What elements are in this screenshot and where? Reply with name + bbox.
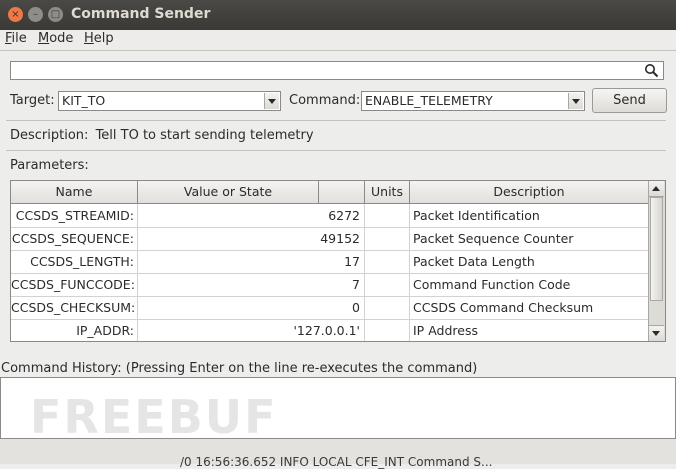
target-select[interactable]: KIT_TO [58,91,281,111]
param-name: CCSDS_LENGTH: [11,250,138,273]
parameters-table[interactable]: Name Value or State Units Description CC… [10,180,666,342]
background-terminal-text: /0 16:56:36.652 INFO LOCAL CFE_INT Comma… [180,455,493,469]
title-bar: × – □ Command Sender [0,0,676,30]
param-value[interactable]: 7 [138,273,365,296]
description-label: Description: Tell TO to start sending te… [10,128,314,143]
param-units [365,227,410,250]
divider [6,150,666,151]
table-scrollbar[interactable] [648,181,665,341]
param-name: CCSDS_CHECKSUM: [11,296,138,319]
menu-bar: File Mode Help [0,30,676,50]
maximize-icon[interactable]: □ [48,7,63,22]
close-icon[interactable]: × [8,7,23,22]
menu-help-mnemonic: H [84,31,94,46]
param-description: Packet Identification [410,204,649,227]
param-value[interactable]: '127.0.0.1' [138,319,365,341]
search-icon[interactable] [644,63,659,78]
param-units [365,296,410,319]
param-name: IP_ADDR: [11,319,138,341]
param-value[interactable]: 6272 [138,204,365,227]
param-description: Packet Sequence Counter [410,227,649,250]
param-description: Packet Data Length [410,250,649,273]
search-input[interactable] [10,61,664,80]
command-select[interactable]: ENABLE_TELEMETRY [361,91,585,111]
menu-mode-mnemonic: M [38,31,50,46]
scroll-up-icon[interactable] [649,181,664,197]
param-units [365,204,410,227]
target-label: Target: [10,93,55,108]
watermark: FREEBUF [30,390,278,444]
menu-file-label: ile [11,31,27,46]
menu-file[interactable]: File [5,31,27,46]
column-header-name[interactable]: Name [11,181,138,203]
menu-help[interactable]: Help [84,31,114,46]
parameters-label: Parameters: [10,158,89,173]
table-row[interactable]: CCSDS_FUNCCODE: 7 Command Function Code [11,273,649,297]
column-header-description[interactable]: Description [410,181,649,203]
send-button[interactable]: Send [592,88,667,113]
param-description: CCSDS Command Checksum [410,296,649,319]
table-row[interactable]: IP_ADDR: '127.0.0.1' IP Address [11,319,649,341]
param-units [365,250,410,273]
param-description: Command Function Code [410,273,649,296]
param-description: IP Address [410,319,649,341]
window-title: Command Sender [71,6,211,22]
target-value: KIT_TO [62,93,106,108]
chevron-down-icon[interactable] [568,93,583,109]
column-header-units[interactable]: Units [365,181,410,203]
chevron-down-icon[interactable] [264,93,279,109]
divider [6,120,666,121]
menu-divider [0,50,676,51]
table-row[interactable]: CCSDS_CHECKSUM: 0 CCSDS Command Checksum [11,296,649,320]
command-history-label: Command History: (Pressing Enter on the … [1,361,478,376]
table-header: Name Value or State Units Description [11,181,649,204]
description-label-text: Description: [10,128,89,143]
scroll-down-icon[interactable] [649,325,664,341]
menu-mode[interactable]: Mode [38,31,73,46]
param-units [365,273,410,296]
param-units [365,319,410,341]
command-label: Command: [289,93,361,108]
param-value[interactable]: 49152 [138,227,365,250]
menu-mode-label: ode [49,31,74,46]
minimize-icon[interactable]: – [28,7,43,22]
description-text: Tell TO to start sending telemetry [95,128,314,143]
table-row[interactable]: CCSDS_STREAMID: 6272 Packet Identificati… [11,204,649,228]
column-header-value-extra[interactable] [319,181,365,203]
param-name: CCSDS_STREAMID: [11,204,138,227]
command-value: ENABLE_TELEMETRY [365,93,493,108]
param-name: CCSDS_SEQUENCE: [11,227,138,250]
scroll-thumb[interactable] [650,197,663,301]
param-value[interactable]: 0 [138,296,365,319]
param-value[interactable]: 17 [138,250,365,273]
table-row[interactable]: CCSDS_LENGTH: 17 Packet Data Length [11,250,649,274]
column-header-value[interactable]: Value or State [138,181,319,203]
table-row[interactable]: CCSDS_SEQUENCE: 49152 Packet Sequence Co… [11,227,649,251]
param-name: CCSDS_FUNCCODE: [11,273,138,296]
menu-help-label: elp [93,31,114,46]
